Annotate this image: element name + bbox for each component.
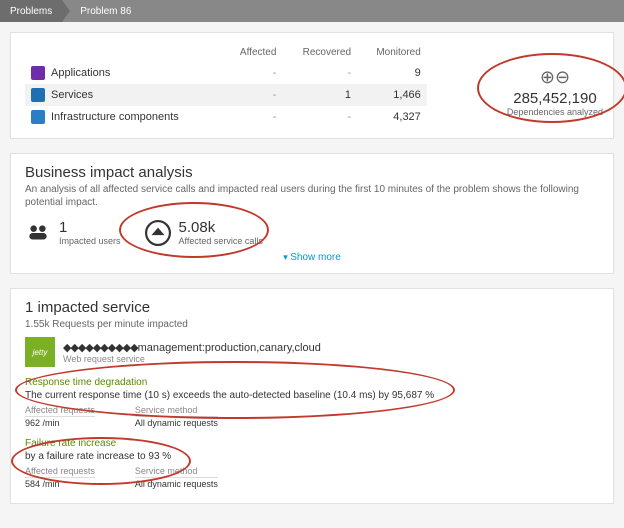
cell-monitored: 1,466 [357, 84, 427, 106]
col-affected: Affected [222, 43, 282, 62]
affected-requests-value: 962 /min [25, 418, 95, 428]
row-label: Services [51, 89, 93, 101]
table-row[interactable]: Services - 1 1,466 [25, 84, 427, 106]
event-description: by a failure rate increase to 93 % [25, 451, 599, 462]
row-label: Infrastructure components [51, 111, 179, 123]
cell-recovered: 1 [282, 84, 357, 106]
impacted-users-value: 1 [59, 219, 121, 236]
table-row[interactable]: Infrastructure components - - 4,327 [25, 106, 427, 128]
cell-recovered: - [282, 106, 357, 128]
dependencies-value: 285,452,190 [507, 90, 603, 107]
affected-calls-label: Affected service calls [179, 236, 263, 246]
service-method-label: Service method [135, 466, 218, 478]
chevron-right-icon [62, 0, 70, 22]
cell-affected: - [222, 84, 282, 106]
row-label: Applications [51, 67, 110, 79]
dependencies-label: Dependencies analyzed [507, 107, 603, 117]
infra-icon [31, 110, 45, 124]
affected-requests-value: 584 /min [25, 479, 95, 489]
event-title: Failure rate increase [25, 438, 599, 449]
impacted-users-label: Impacted users [59, 236, 121, 246]
service-logo-icon: jetty [25, 337, 55, 367]
event-title: Response time degradation [25, 377, 599, 388]
affected-calls: 5.08k Affected service calls [145, 219, 263, 246]
service-method-value: All dynamic requests [135, 479, 218, 489]
affected-requests-label: Affected requests [25, 466, 95, 478]
col-monitored: Monitored [357, 43, 427, 62]
services-icon [31, 88, 45, 102]
applications-icon [31, 66, 45, 80]
cell-monitored: 4,327 [357, 106, 427, 128]
impact-subtitle: An analysis of all affected service call… [25, 183, 599, 209]
calls-icon [145, 220, 171, 246]
services-subtitle: 1.55k Requests per minute impacted [25, 318, 599, 331]
show-more-link[interactable]: Show more [25, 252, 599, 263]
impacted-services-card: 1 impacted service 1.55k Requests per mi… [10, 288, 614, 504]
service-method-value: All dynamic requests [135, 418, 218, 428]
users-icon [25, 220, 51, 246]
breadcrumb-root[interactable]: Problems [0, 0, 62, 22]
services-title: 1 impacted service [25, 299, 599, 316]
summary-table: Affected Recovered Monitored Application… [25, 43, 427, 128]
cell-recovered: - [282, 62, 357, 84]
breadcrumb-current: Problem 86 [70, 0, 141, 22]
cell-affected: - [222, 106, 282, 128]
summary-card: Affected Recovered Monitored Application… [10, 32, 614, 139]
service-name: ◆◆◆◆◆◆◆◆◆◆management:production,canary,c… [63, 341, 321, 354]
impact-title: Business impact analysis [25, 164, 599, 181]
event-block[interactable]: Failure rate increase by a failure rate … [25, 438, 599, 489]
service-header[interactable]: jetty ◆◆◆◆◆◆◆◆◆◆management:production,ca… [25, 337, 599, 367]
service-type: Web request service [63, 354, 321, 364]
dependencies-icon: ⊕⊖ [507, 67, 603, 88]
service-method-label: Service method [135, 405, 218, 417]
affected-calls-value: 5.08k [179, 219, 263, 236]
event-description: The current response time (10 s) exceeds… [25, 390, 599, 401]
col-recovered: Recovered [282, 43, 357, 62]
table-row[interactable]: Applications - - 9 [25, 62, 427, 84]
cell-affected: - [222, 62, 282, 84]
breadcrumb: Problems Problem 86 [0, 0, 624, 22]
affected-requests-label: Affected requests [25, 405, 95, 417]
event-block[interactable]: Response time degradation The current re… [25, 377, 599, 428]
business-impact-card: Business impact analysis An analysis of … [10, 153, 614, 274]
cell-monitored: 9 [357, 62, 427, 84]
dependencies-analyzed: ⊕⊖ 285,452,190 Dependencies analyzed [507, 67, 603, 117]
impacted-users: 1 Impacted users [25, 219, 121, 246]
